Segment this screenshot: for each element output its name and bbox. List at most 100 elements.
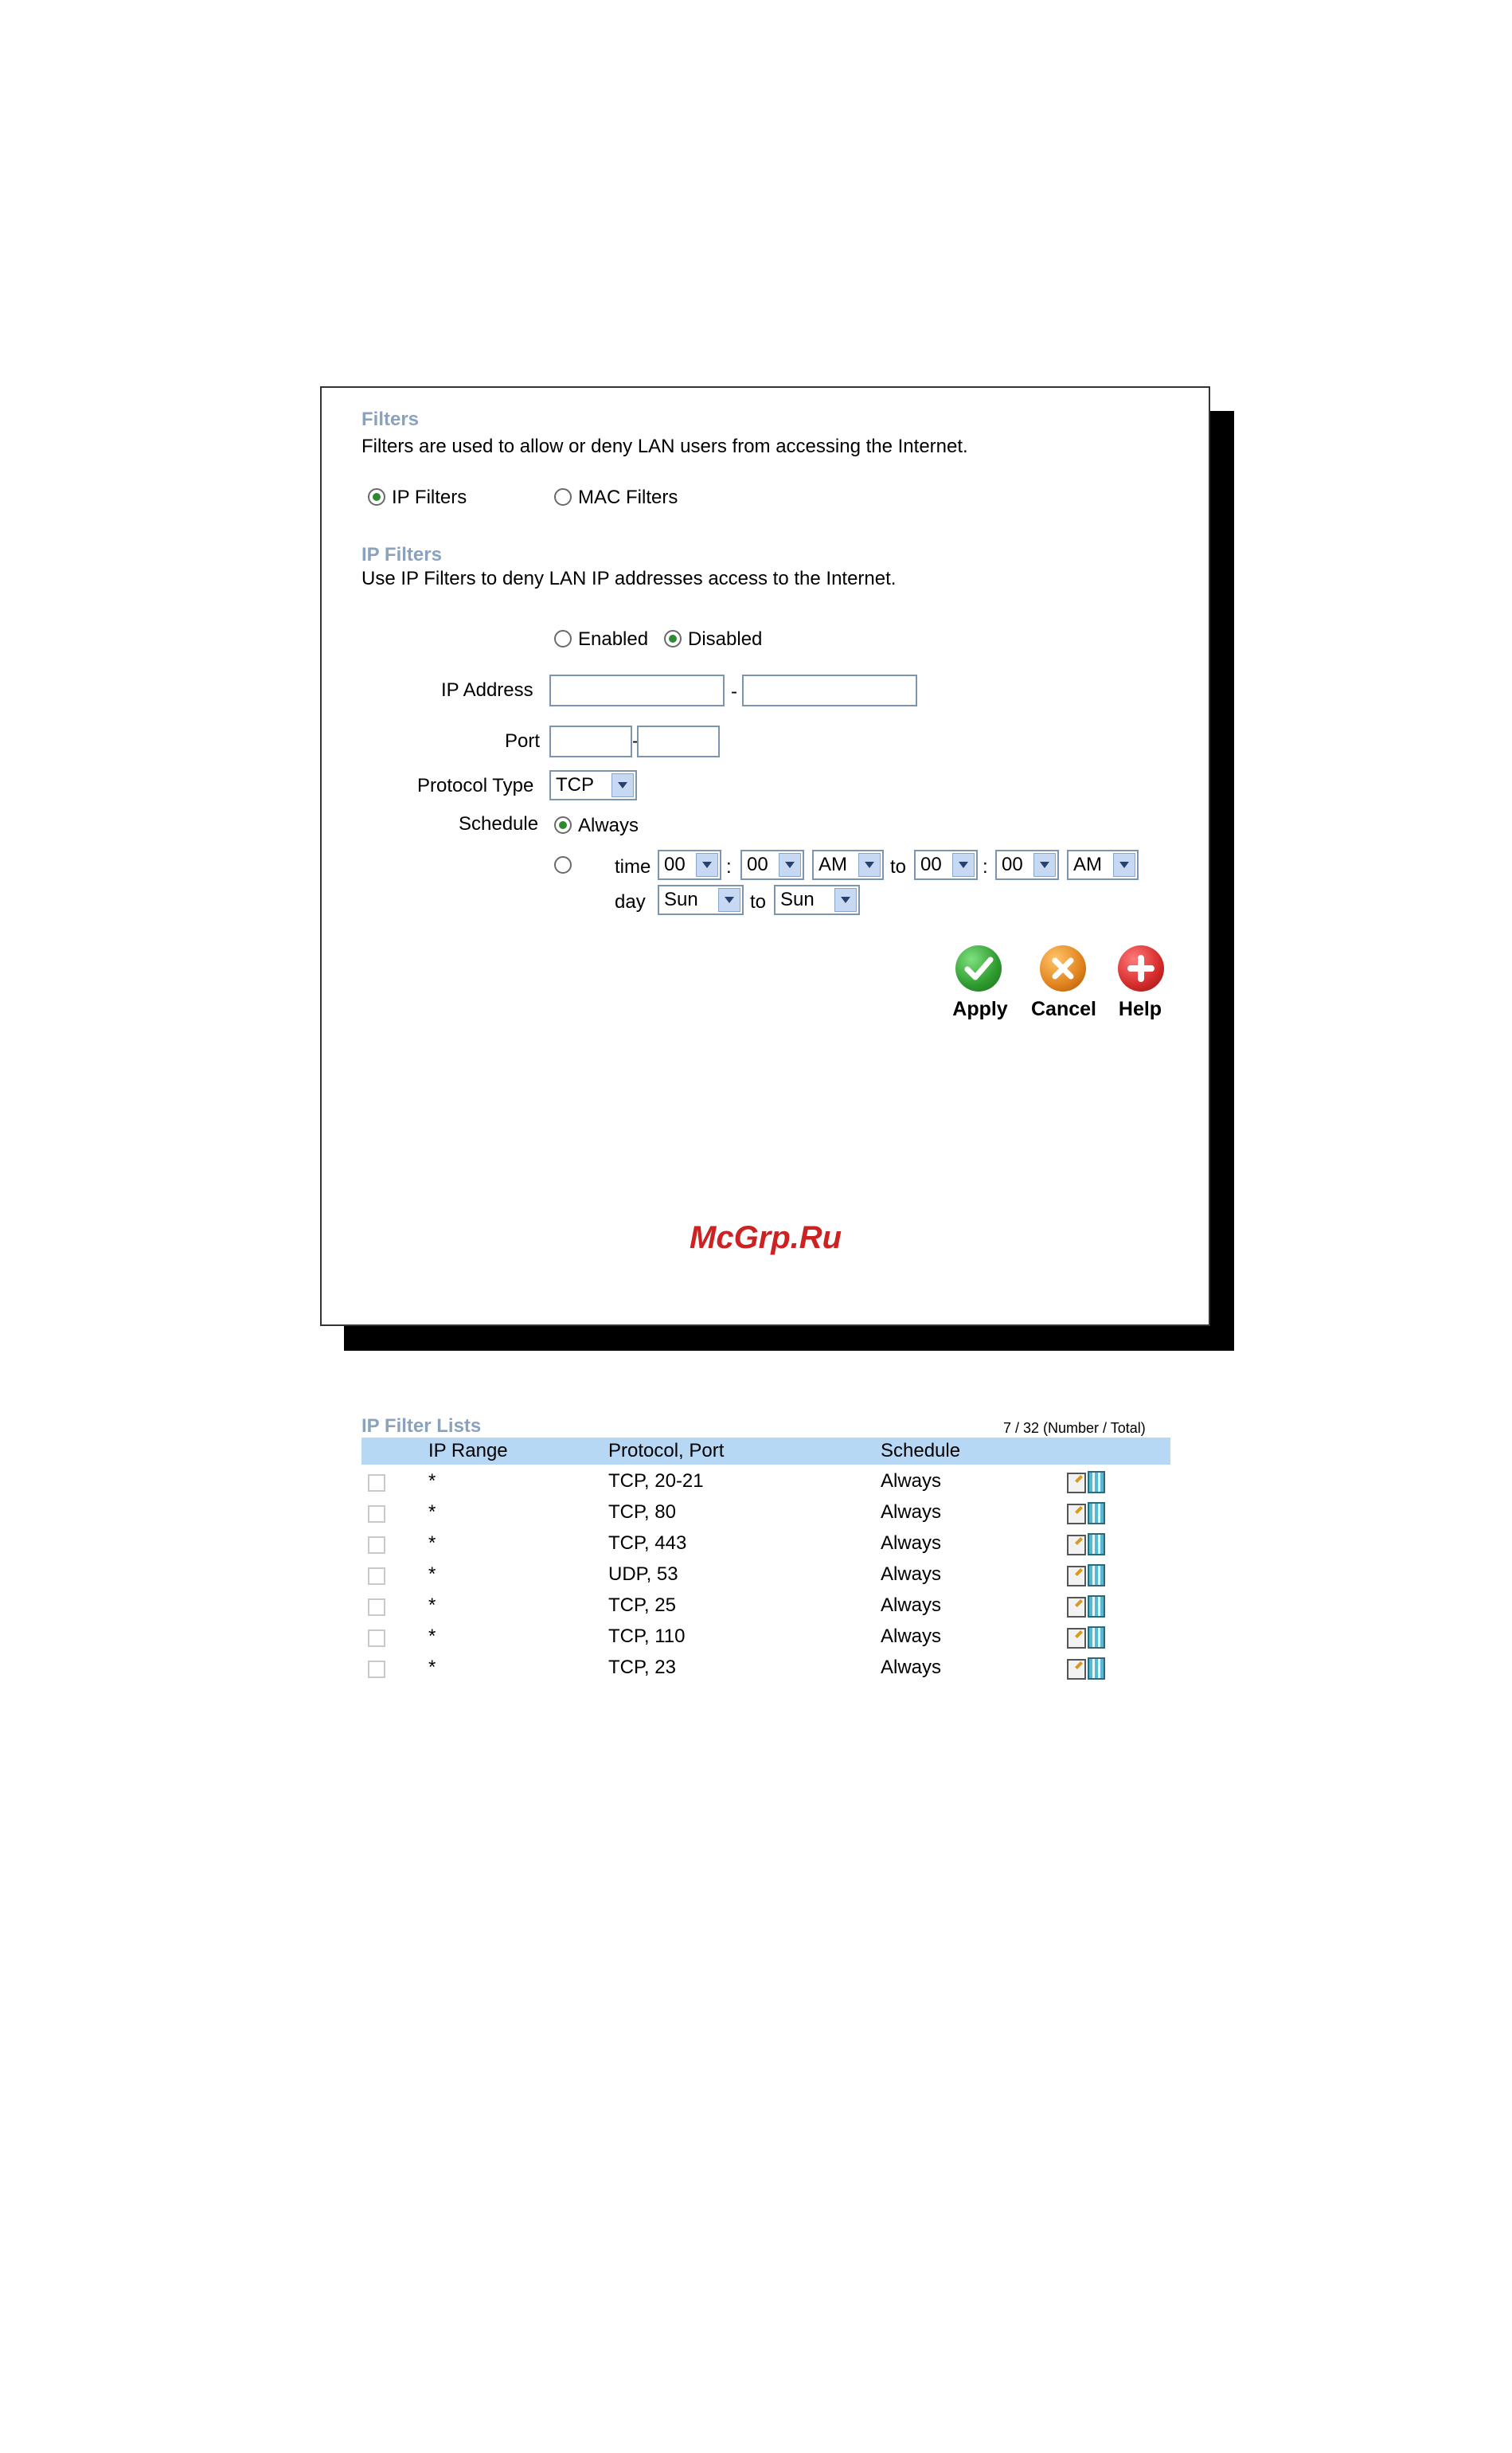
ip-filters-title: IP Filters	[361, 544, 442, 565]
row-checkbox[interactable]	[368, 1536, 385, 1554]
table-row: * TCP, 20-21 Always	[361, 1466, 1170, 1496]
row-protocol-port: TCP, 80	[608, 1501, 676, 1523]
row-protocol-port: TCP, 25	[608, 1594, 676, 1616]
trash-icon[interactable]	[1088, 1471, 1105, 1493]
time-start-hour-select[interactable]: 00	[658, 850, 721, 880]
apply-button[interactable]: Apply	[951, 998, 1010, 1021]
time-start-ampm-select[interactable]: AM	[812, 850, 884, 880]
row-ip-range: *	[428, 1594, 436, 1616]
day-label: day	[615, 891, 646, 913]
row-schedule: Always	[881, 1563, 942, 1585]
schedule-label: Schedule	[459, 813, 539, 835]
cancel-icon[interactable]	[1040, 945, 1086, 992]
row-schedule: Always	[881, 1470, 942, 1492]
cancel-button[interactable]: Cancel	[1029, 998, 1099, 1021]
trash-icon[interactable]	[1088, 1533, 1105, 1555]
row-checkbox[interactable]	[368, 1474, 385, 1492]
port-end-input[interactable]	[637, 726, 720, 757]
row-protocol-port: TCP, 23	[608, 1657, 676, 1678]
trash-icon[interactable]	[1088, 1564, 1105, 1586]
time-end-minute-value: 00	[1002, 854, 1023, 875]
edit-icon[interactable]	[1067, 1566, 1086, 1586]
schedule-time-radio[interactable]	[554, 856, 572, 874]
row-schedule: Always	[881, 1501, 942, 1523]
chevron-down-icon	[1033, 853, 1056, 877]
port-label: Port	[505, 730, 541, 752]
watermark: McGrp.Ru	[690, 1220, 842, 1255]
time-start-hour-value: 00	[664, 854, 686, 875]
row-checkbox[interactable]	[368, 1567, 385, 1585]
row-checkbox[interactable]	[368, 1505, 385, 1523]
time-start-minute-select[interactable]: 00	[740, 850, 804, 880]
edit-icon[interactable]	[1067, 1535, 1086, 1555]
time-end-hour-select[interactable]: 00	[914, 850, 978, 880]
time-to-label: to	[890, 856, 907, 878]
filters-title: Filters	[361, 409, 420, 430]
ip-address-start-input[interactable]	[549, 675, 725, 706]
edit-icon[interactable]	[1067, 1473, 1086, 1493]
column-ip-range: IP Range	[428, 1440, 508, 1461]
row-protocol-port: TCP, 443	[608, 1532, 687, 1554]
day-to-label: to	[750, 891, 767, 913]
ip-address-end-input[interactable]	[742, 675, 917, 706]
ip-filters-radio[interactable]	[368, 488, 385, 506]
trash-icon[interactable]	[1088, 1657, 1105, 1680]
trash-icon[interactable]	[1088, 1595, 1105, 1618]
schedule-always-label: Always	[578, 815, 639, 836]
apply-icon[interactable]	[955, 945, 1002, 992]
filter-count: 7 / 32 (Number / Total)	[1003, 1420, 1146, 1436]
filters-panel: Filters Filters are used to allow or den…	[320, 386, 1210, 1680]
mac-filters-radio[interactable]	[554, 488, 572, 506]
ip-filters-label: IP Filters	[392, 487, 467, 508]
row-checkbox[interactable]	[368, 1629, 385, 1647]
protocol-type-select[interactable]: TCP	[549, 770, 637, 800]
time-end-minute-select[interactable]: 00	[995, 850, 1059, 880]
time-start-ampm-value: AM	[819, 854, 847, 875]
time-start-colon: :	[726, 856, 732, 878]
chevron-down-icon	[779, 853, 801, 877]
filters-description: Filters are used to allow or deny LAN us…	[361, 436, 968, 457]
row-ip-range: *	[428, 1532, 436, 1554]
mac-filters-label: MAC Filters	[578, 487, 678, 508]
trash-icon[interactable]	[1088, 1626, 1105, 1649]
ip-filter-lists-title: IP Filter Lists	[361, 1415, 482, 1437]
chevron-down-icon	[718, 888, 740, 912]
table-row: * TCP, 110 Always	[361, 1622, 1170, 1652]
column-protocol-port: Protocol, Port	[608, 1440, 725, 1461]
time-end-ampm-select[interactable]: AM	[1067, 850, 1139, 880]
time-label: time	[615, 856, 651, 878]
row-protocol-port: TCP, 110	[608, 1626, 686, 1647]
edit-icon[interactable]	[1067, 1659, 1086, 1680]
edit-icon[interactable]	[1067, 1597, 1086, 1618]
table-row: * TCP, 25 Always	[361, 1590, 1170, 1621]
table-row: * TCP, 23 Always	[361, 1653, 1170, 1683]
list-header: IP Range Protocol, Port Schedule	[361, 1438, 1170, 1465]
row-schedule: Always	[881, 1532, 942, 1554]
day-end-select[interactable]: Sun	[774, 885, 860, 915]
row-schedule: Always	[881, 1594, 942, 1616]
chevron-down-icon	[611, 773, 634, 797]
port-start-input[interactable]	[549, 726, 632, 757]
row-checkbox[interactable]	[368, 1661, 385, 1678]
chevron-down-icon	[834, 888, 857, 912]
enabled-label: Enabled	[578, 628, 649, 650]
day-start-select[interactable]: Sun	[658, 885, 744, 915]
time-end-ampm-value: AM	[1073, 854, 1102, 875]
schedule-always-radio[interactable]	[554, 816, 572, 834]
help-icon[interactable]	[1118, 945, 1164, 992]
disabled-radio[interactable]	[664, 630, 682, 647]
help-button[interactable]: Help	[1110, 998, 1170, 1021]
row-schedule: Always	[881, 1657, 942, 1678]
day-start-value: Sun	[664, 889, 698, 910]
row-protocol-port: TCP, 20-21	[608, 1470, 704, 1492]
edit-icon[interactable]	[1067, 1504, 1086, 1524]
trash-icon[interactable]	[1088, 1502, 1105, 1524]
chevron-down-icon	[952, 853, 975, 877]
row-checkbox[interactable]	[368, 1598, 385, 1616]
edit-icon[interactable]	[1067, 1628, 1086, 1649]
chevron-down-icon	[1113, 853, 1135, 877]
enabled-radio[interactable]	[554, 630, 572, 647]
ip-filters-description: Use IP Filters to deny LAN IP addresses …	[361, 568, 897, 589]
day-end-value: Sun	[780, 889, 815, 910]
protocol-type-label: Protocol Type	[417, 775, 534, 796]
